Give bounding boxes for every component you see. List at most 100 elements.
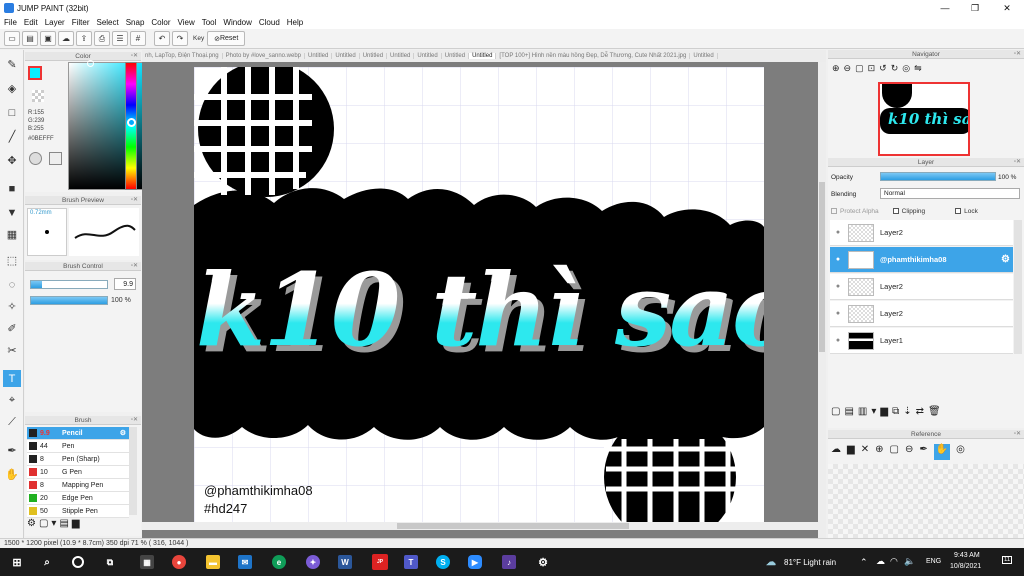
fill-shape-tool-icon[interactable]: ■ — [3, 180, 21, 197]
brush-settings-icon[interactable]: ⚙ — [27, 518, 36, 532]
new-layer-1bit-icon[interactable]: ▥ — [858, 406, 867, 422]
reference-view[interactable] — [828, 464, 1024, 540]
notification-count[interactable]: 11 — [1002, 556, 1013, 564]
cortana-icon[interactable] — [72, 556, 84, 568]
zoom-in-icon[interactable]: ⊕ — [832, 63, 840, 79]
brush-list-scrollbar[interactable] — [129, 427, 137, 515]
reset-button[interactable]: ⊘ Reset — [207, 31, 246, 46]
new-canvas-icon[interactable]: ▭ — [4, 31, 20, 46]
close-button[interactable]: ✕ — [992, 0, 1022, 16]
move-tool-icon[interactable]: ✥ — [3, 152, 21, 169]
merge-layer-icon[interactable]: ⇣ — [903, 406, 911, 422]
open-file-icon[interactable]: ▤ — [22, 31, 38, 46]
panel-close-icon[interactable]: ▫✕ — [131, 196, 138, 205]
brush-item[interactable]: 8 Mapping Pen — [27, 479, 129, 492]
line-tool-icon[interactable]: ╱ — [3, 128, 21, 145]
protect-alpha-checkbox[interactable] — [831, 208, 837, 214]
pen-tool-icon[interactable]: ✎ — [3, 56, 21, 73]
layer-row[interactable]: ● Layer1 — [830, 328, 1013, 354]
menu-edit[interactable]: Edit — [24, 18, 38, 27]
zoom-out-icon[interactable]: ⊖ — [844, 63, 852, 79]
weather-icon[interactable]: ☁ — [764, 555, 778, 569]
settings-gear-icon[interactable]: ⚙ — [536, 555, 550, 569]
menu-color[interactable]: Color — [151, 18, 170, 27]
language-indicator[interactable]: ENG — [926, 558, 941, 565]
navigator-thumbnail[interactable]: k10 thì sao — [878, 82, 970, 156]
layer-settings-icon[interactable]: ⚙ — [1001, 254, 1010, 265]
artwork-canvas[interactable]: k10 thì sao k10 thì sao @phamthikimha08 … — [194, 67, 764, 523]
layer-row[interactable]: ● @phamthikimha08 ⚙ — [830, 247, 1013, 273]
settings-icon[interactable]: ☰ — [112, 31, 128, 46]
document-tab[interactable]: Untitled — [360, 53, 388, 59]
redo-icon[interactable]: ↷ — [172, 31, 188, 46]
canvas-area[interactable]: k10 thì sao k10 thì sao @phamthikimha08 … — [142, 62, 826, 540]
zoom-icon[interactable]: ▶ — [468, 555, 482, 569]
eraser-tool-icon[interactable]: ◈ — [3, 80, 21, 97]
edge-icon[interactable]: e — [272, 555, 286, 569]
text-tool-icon[interactable]: T — [3, 370, 21, 387]
hue-handle[interactable] — [127, 118, 136, 127]
panel-close-icon[interactable]: ▫✕ — [1014, 430, 1021, 439]
grid-icon[interactable]: # — [130, 31, 146, 46]
menu-layer[interactable]: Layer — [45, 18, 65, 27]
layer-opacity-slider[interactable] — [880, 172, 996, 181]
flip-icon[interactable]: ⇋ — [914, 63, 922, 79]
maximize-button[interactable]: ❐ — [960, 0, 990, 16]
brush-item[interactable]: 20 Edge Pen — [27, 492, 129, 505]
brush-copy-icon[interactable]: ▤ — [59, 518, 68, 532]
color-history-icon[interactable] — [49, 152, 62, 165]
document-tab[interactable]: Untitled — [442, 53, 470, 59]
menu-select[interactable]: Select — [96, 18, 118, 27]
document-tab[interactable]: Untitled — [305, 53, 333, 59]
operation-tool-icon[interactable]: ⌖ — [3, 392, 21, 409]
color-wheel-icon[interactable] — [29, 152, 42, 165]
menu-cloud[interactable]: Cloud — [259, 18, 280, 27]
reference-close-icon[interactable]: ✕ — [861, 444, 869, 460]
clipping-checkbox[interactable] — [892, 208, 899, 214]
fit-window-icon[interactable]: ▢ — [855, 63, 864, 79]
document-tab[interactable]: Untitled — [332, 53, 360, 59]
reference-zoom-out-icon[interactable]: ⊖ — [905, 444, 913, 460]
reference-zoom-in-icon[interactable]: ⊕ — [875, 444, 883, 460]
menu-snap[interactable]: Snap — [126, 18, 145, 27]
messenger-icon[interactable]: ✦ — [306, 555, 320, 569]
reference-reset-icon[interactable]: ◎ — [956, 444, 965, 460]
word-icon[interactable]: W — [338, 555, 352, 569]
print-icon[interactable]: ⎙ — [94, 31, 110, 46]
tray-arrow-icon[interactable]: ⌃ — [860, 557, 868, 568]
document-tab[interactable]: Untitled — [690, 53, 718, 59]
store-icon[interactable]: ▦ — [140, 555, 154, 569]
new-layer-icon[interactable]: ▢ — [831, 406, 840, 422]
chrome-icon[interactable]: ● — [172, 555, 186, 569]
brush-item[interactable]: 9.9 Pencil ⚙ — [27, 427, 129, 440]
start-icon[interactable]: ⊞ — [10, 555, 24, 569]
brush-size-input[interactable]: 9.9 — [114, 278, 136, 290]
document-tab[interactable]: Untitled — [469, 53, 497, 59]
horizontal-scrollbar[interactable] — [142, 522, 818, 530]
horizontal-scroll-thumb[interactable] — [397, 523, 629, 529]
gradient-tool-icon[interactable]: ▦ — [3, 226, 21, 243]
document-tab[interactable]: [TOP 100+] Hình nền màu hồng Đẹp, Dễ Thư… — [496, 53, 691, 59]
menu-help[interactable]: Help — [287, 18, 303, 27]
copy-layer-icon[interactable]: ⧉ — [892, 406, 899, 422]
brush-item[interactable]: 8 Pen (Sharp) — [27, 453, 129, 466]
dropper-tool-icon[interactable]: ✒ — [3, 442, 21, 459]
brush-size-slider[interactable] — [30, 280, 108, 289]
brush-opacity-slider[interactable] — [30, 296, 108, 305]
export-icon[interactable]: ⇪ — [76, 31, 92, 46]
cloud-save-icon[interactable]: ☁ — [58, 31, 74, 46]
undo-icon[interactable]: ↶ — [154, 31, 170, 46]
document-tab[interactable]: nh, LapTop, Điện Thoại.png — [142, 53, 223, 59]
transfer-layer-icon[interactable]: ⇄ — [916, 406, 924, 422]
vertical-scroll-thumb[interactable] — [819, 182, 825, 352]
clock-time[interactable]: 9:43 AM — [954, 552, 980, 559]
menu-window[interactable]: Window — [223, 18, 251, 27]
magic-wand-tool-icon[interactable]: ✧ — [3, 298, 21, 315]
layer-row[interactable]: ● Layer2 — [830, 274, 1013, 300]
panel-close-icon[interactable]: ▫✕ — [131, 52, 138, 61]
transparent-color-swatch[interactable] — [32, 90, 44, 102]
mail-icon[interactable]: ✉ — [238, 555, 252, 569]
reset-rotation-icon[interactable]: ◎ — [902, 63, 910, 79]
layer-visibility-icon[interactable]: ● — [830, 310, 846, 317]
vertical-scrollbar[interactable] — [818, 62, 826, 540]
